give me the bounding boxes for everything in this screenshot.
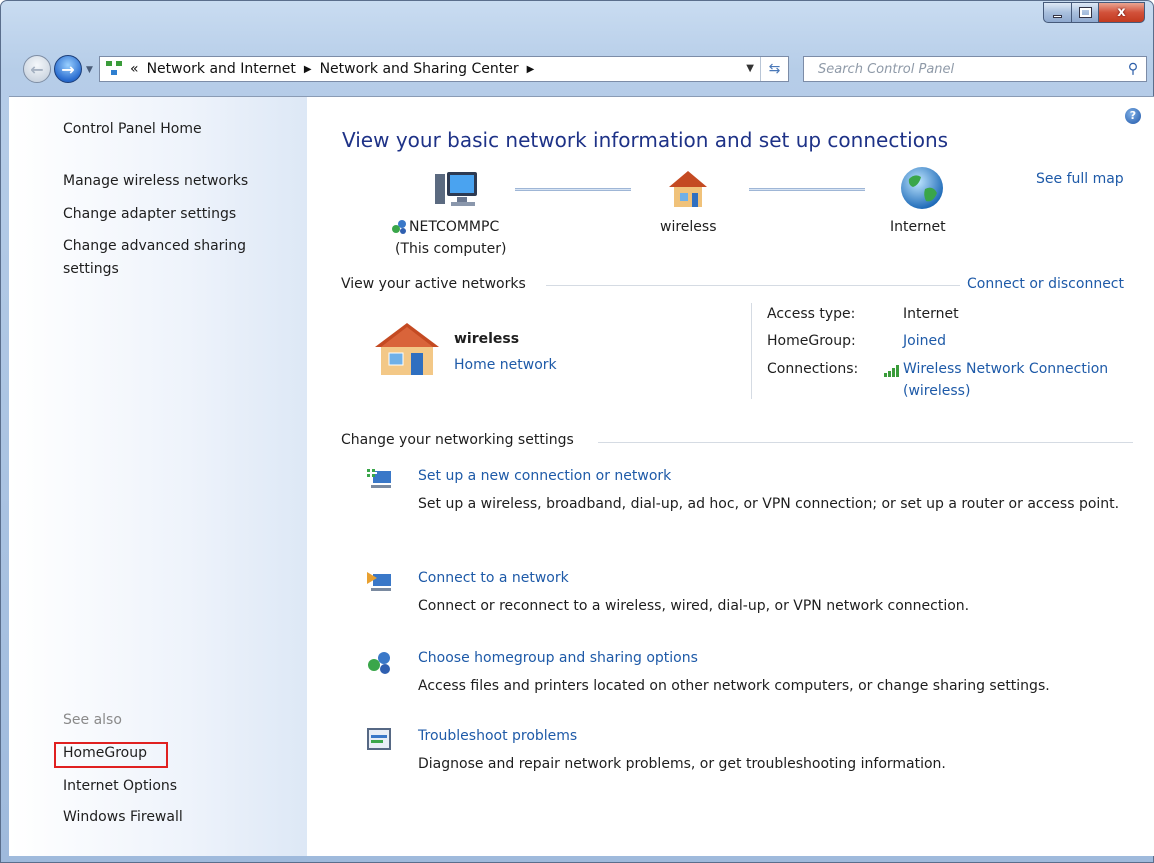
see-full-map-link[interactable]: See full map: [1036, 171, 1124, 187]
breadcrumb-network-and-internet[interactable]: Network and Internet: [147, 61, 296, 77]
network-folder-icon: [106, 61, 124, 77]
window-controls: x: [1043, 2, 1145, 23]
homegroup-label: HomeGroup:: [767, 333, 856, 349]
help-icon[interactable]: ?: [1125, 108, 1141, 124]
sidebar-internet-options[interactable]: Internet Options: [63, 778, 177, 794]
troubleshoot-desc: Diagnose and repair network problems, or…: [418, 756, 946, 772]
connect-or-disconnect-link[interactable]: Connect or disconnect: [961, 276, 1130, 292]
sidebar-change-adapter-settings[interactable]: Change adapter settings: [63, 206, 236, 222]
page-title: View your basic network information and …: [342, 128, 949, 152]
minimize-button[interactable]: [1043, 2, 1071, 23]
back-button[interactable]: ←: [23, 55, 51, 83]
section-divider: [546, 285, 960, 286]
breadcrumb-separator-icon[interactable]: ▶: [527, 64, 535, 75]
sidebar-homegroup[interactable]: HomeGroup: [63, 745, 147, 761]
setup-connection-desc: Set up a wireless, broadband, dial-up, a…: [418, 496, 1120, 512]
homegroup-sharing-desc: Access files and printers located on oth…: [418, 678, 1050, 694]
address-bar[interactable]: « Network and Internet ▶ Network and Sha…: [99, 56, 789, 82]
active-network-name: wireless: [454, 331, 520, 347]
access-type-label: Access type:: [767, 306, 856, 322]
map-connector-line: [749, 188, 865, 191]
sidebar-change-advanced-sharing[interactable]: Change advanced sharing: [63, 238, 246, 254]
content-area: Control Panel Home Manage wireless netwo…: [9, 96, 1154, 856]
breadcrumb: « Network and Internet ▶ Network and Sha…: [130, 61, 542, 77]
minimize-icon: [1053, 15, 1062, 18]
close-icon: x: [1117, 5, 1126, 20]
internet-globe-icon[interactable]: [899, 165, 945, 211]
homegroup-joined-link[interactable]: Joined: [903, 333, 946, 349]
homegroup-sharing-link[interactable]: Choose homegroup and sharing options: [418, 650, 698, 666]
title-bar[interactable]: x: [1, 1, 1153, 45]
breadcrumb-network-sharing-center[interactable]: Network and Sharing Center: [320, 61, 519, 77]
navigation-bar: ← → ▼ « Network and Internet ▶ Network a…: [9, 55, 1147, 83]
window-frame: x ← → ▼ « Network and Internet ▶ Network…: [0, 0, 1154, 863]
map-connector-line: [515, 188, 631, 191]
sidebar-control-panel-home[interactable]: Control Panel Home: [63, 121, 202, 137]
wireless-connection-link[interactable]: Wireless Network Connection: [903, 361, 1108, 377]
breadcrumb-separator-icon[interactable]: ▶: [304, 64, 312, 75]
maximize-icon: [1078, 7, 1092, 18]
address-dropdown-icon[interactable]: ▼: [746, 63, 754, 74]
sidebar-change-advanced-sharing-line2[interactable]: settings: [63, 261, 119, 277]
active-networks-title: View your active networks: [341, 276, 532, 292]
setup-connection-link[interactable]: Set up a new connection or network: [418, 468, 671, 484]
breadcrumb-overflow[interactable]: «: [130, 61, 139, 77]
back-arrow-icon: ←: [30, 59, 44, 79]
wireless-connection-link-line2[interactable]: (wireless): [903, 383, 970, 399]
connect-network-link[interactable]: Connect to a network: [418, 570, 569, 586]
access-type-value: Internet: [903, 306, 959, 322]
recent-pages-dropdown-icon[interactable]: ▼: [86, 65, 93, 75]
section-divider: [598, 442, 1133, 443]
search-icon[interactable]: ⚲: [1120, 61, 1146, 77]
refresh-button[interactable]: ⇆: [760, 57, 788, 81]
forward-button[interactable]: →: [54, 55, 82, 83]
homegroup-sharing-icon: [368, 652, 390, 674]
computer-sub-label: (This computer): [395, 241, 507, 257]
troubleshoot-icon: [367, 728, 391, 750]
settings-title: Change your networking settings: [341, 432, 580, 448]
search-input[interactable]: Search Control Panel: [818, 62, 1120, 77]
home-network-large-icon: [375, 323, 439, 375]
wireless-signal-icon: [884, 365, 899, 377]
search-box[interactable]: Search Control Panel ⚲: [803, 56, 1147, 82]
network-user-icon: [392, 220, 406, 234]
connect-network-desc: Connect or reconnect to a wireless, wire…: [418, 598, 970, 614]
sidebar-windows-firewall[interactable]: Windows Firewall: [63, 809, 183, 825]
computer-icon[interactable]: [433, 170, 481, 214]
close-button[interactable]: x: [1098, 2, 1145, 23]
new-connection-icon: [365, 467, 391, 488]
troubleshoot-link[interactable]: Troubleshoot problems: [418, 728, 577, 744]
refresh-icon: ⇆: [768, 61, 781, 77]
map-internet-label: Internet: [890, 219, 946, 235]
network-type-link[interactable]: Home network: [454, 357, 557, 373]
sidebar: Control Panel Home Manage wireless netwo…: [9, 97, 307, 856]
computer-name: NETCOMMPC: [409, 219, 500, 235]
sidebar-manage-wireless-networks[interactable]: Manage wireless networks: [63, 173, 248, 189]
home-network-icon[interactable]: [665, 167, 711, 211]
map-network-name: wireless: [660, 219, 717, 235]
vertical-divider: [751, 303, 752, 399]
see-also-heading: See also: [63, 712, 122, 728]
connections-label: Connections:: [767, 361, 859, 377]
forward-arrow-icon: →: [61, 59, 75, 79]
maximize-button[interactable]: [1071, 2, 1098, 23]
connect-network-icon: [367, 572, 391, 591]
